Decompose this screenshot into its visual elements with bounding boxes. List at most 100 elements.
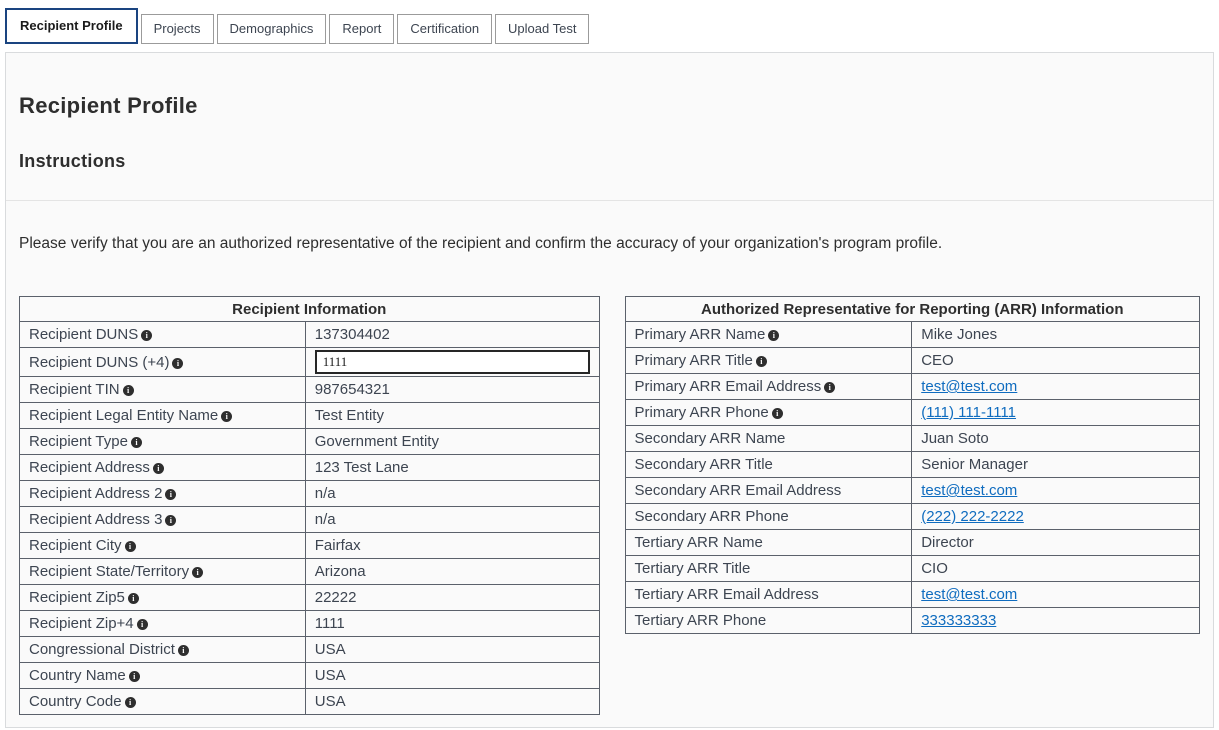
- tab-recipient-profile[interactable]: Recipient Profile: [5, 8, 138, 44]
- info-icon[interactable]: i: [192, 567, 203, 578]
- info-icon[interactable]: i: [141, 330, 152, 341]
- row-label: Secondary ARR Phone: [625, 504, 912, 530]
- info-icon[interactable]: i: [131, 437, 142, 448]
- row-value: CIO: [912, 556, 1200, 582]
- tab-report[interactable]: Report: [329, 14, 394, 44]
- table-row: Recipient DUNSi137304402: [20, 322, 600, 348]
- instructions-heading: Instructions: [19, 151, 1200, 172]
- arr-table-header: Authorized Representative for Reporting …: [625, 297, 1200, 322]
- row-value: 123 Test Lane: [305, 455, 599, 481]
- arr-information-table: Authorized Representative for Reporting …: [625, 296, 1201, 634]
- row-label: Recipient DUNS (+4)i: [20, 348, 306, 377]
- info-icon[interactable]: i: [756, 356, 767, 367]
- primary-arr-email-address-link[interactable]: test@test.com: [921, 378, 1017, 395]
- info-icon[interactable]: i: [128, 593, 139, 604]
- table-row: Primary ARR Phonei(111) 111-1111: [625, 400, 1200, 426]
- row-label: Tertiary ARR Phone: [625, 608, 912, 634]
- table-row: Recipient Zip5i22222: [20, 585, 600, 611]
- row-value: USA: [305, 663, 599, 689]
- tab-certification[interactable]: Certification: [397, 14, 492, 44]
- row-value: [305, 348, 599, 377]
- tab-demographics[interactable]: Demographics: [217, 14, 327, 44]
- row-value: test@test.com: [912, 374, 1200, 400]
- verify-text: Please verify that you are an authorized…: [19, 235, 1200, 253]
- table-row: Recipient Addressi123 Test Lane: [20, 455, 600, 481]
- row-label: Secondary ARR Email Address: [625, 478, 912, 504]
- tables-container: Recipient Information Recipient DUNSi137…: [19, 296, 1200, 715]
- table-row: Recipient CityiFairfax: [20, 533, 600, 559]
- table-row: Congressional DistrictiUSA: [20, 637, 600, 663]
- row-value: (222) 222-2222: [912, 504, 1200, 530]
- secondary-arr-phone-link[interactable]: (222) 222-2222: [921, 508, 1024, 525]
- info-icon[interactable]: i: [137, 619, 148, 630]
- row-value: 333333333: [912, 608, 1200, 634]
- recipient-table-body: Recipient DUNSi137304402Recipient DUNS (…: [20, 322, 600, 715]
- info-icon[interactable]: i: [123, 385, 134, 396]
- row-label: Secondary ARR Title: [625, 452, 912, 478]
- tab-projects[interactable]: Projects: [141, 14, 214, 44]
- table-row: Recipient Address 2in/a: [20, 481, 600, 507]
- tab-bar: Recipient ProfileProjectsDemographicsRep…: [0, 0, 1219, 44]
- row-value: 137304402: [305, 322, 599, 348]
- row-label: Recipient Addressi: [20, 455, 306, 481]
- recipient-duns-4-input[interactable]: [315, 350, 590, 374]
- tab-upload-test[interactable]: Upload Test: [495, 14, 589, 44]
- info-icon[interactable]: i: [165, 489, 176, 500]
- table-row: Tertiary ARR TitleCIO: [625, 556, 1200, 582]
- row-value: (111) 111-1111: [912, 400, 1200, 426]
- row-label: Country Codei: [20, 689, 306, 715]
- row-value: 1111: [305, 611, 599, 637]
- page-title: Recipient Profile: [19, 93, 1200, 119]
- row-value: USA: [305, 689, 599, 715]
- info-icon[interactable]: i: [153, 463, 164, 474]
- row-value: 987654321: [305, 377, 599, 403]
- row-value: Test Entity: [305, 403, 599, 429]
- row-label: Tertiary ARR Name: [625, 530, 912, 556]
- tertiary-arr-phone-link[interactable]: 333333333: [921, 612, 996, 629]
- secondary-arr-email-address-link[interactable]: test@test.com: [921, 482, 1017, 499]
- recipient-information-table: Recipient Information Recipient DUNSi137…: [19, 296, 600, 715]
- row-label: Recipient Typei: [20, 429, 306, 455]
- row-label: Recipient TINi: [20, 377, 306, 403]
- info-icon[interactable]: i: [172, 358, 183, 369]
- row-label: Country Namei: [20, 663, 306, 689]
- table-row: Recipient Legal Entity NameiTest Entity: [20, 403, 600, 429]
- info-icon[interactable]: i: [129, 671, 140, 682]
- info-icon[interactable]: i: [824, 382, 835, 393]
- info-icon[interactable]: i: [165, 515, 176, 526]
- row-value: Arizona: [305, 559, 599, 585]
- info-icon[interactable]: i: [768, 330, 779, 341]
- table-row: Primary ARR Email Addressitest@test.com: [625, 374, 1200, 400]
- row-label: Recipient DUNSi: [20, 322, 306, 348]
- info-icon[interactable]: i: [125, 541, 136, 552]
- tertiary-arr-email-address-link[interactable]: test@test.com: [921, 586, 1017, 603]
- recipient-table-header: Recipient Information: [20, 297, 600, 322]
- row-label: Recipient Address 2i: [20, 481, 306, 507]
- row-label: Recipient Legal Entity Namei: [20, 403, 306, 429]
- table-row: Recipient Zip+4i1111: [20, 611, 600, 637]
- info-icon[interactable]: i: [772, 408, 783, 419]
- table-row: Country CodeiUSA: [20, 689, 600, 715]
- row-value: Government Entity: [305, 429, 599, 455]
- table-row: Recipient Address 3in/a: [20, 507, 600, 533]
- table-header-row: Recipient Information: [20, 297, 600, 322]
- row-value: test@test.com: [912, 478, 1200, 504]
- info-icon[interactable]: i: [125, 697, 136, 708]
- row-value: USA: [305, 637, 599, 663]
- divider: [6, 200, 1213, 201]
- primary-arr-phone-link[interactable]: (111) 111-1111: [921, 404, 1016, 421]
- table-row: Secondary ARR TitleSenior Manager: [625, 452, 1200, 478]
- table-row: Secondary ARR NameJuan Soto: [625, 426, 1200, 452]
- row-label: Recipient Address 3i: [20, 507, 306, 533]
- row-value: test@test.com: [912, 582, 1200, 608]
- row-label: Tertiary ARR Email Address: [625, 582, 912, 608]
- row-label: Secondary ARR Name: [625, 426, 912, 452]
- table-row: Recipient TypeiGovernment Entity: [20, 429, 600, 455]
- table-row: Secondary ARR Phone (222) 222-2222: [625, 504, 1200, 530]
- table-row: Primary ARR NameiMike Jones: [625, 322, 1200, 348]
- row-value: n/a: [305, 507, 599, 533]
- content-panel: Recipient Profile Instructions Please ve…: [5, 52, 1214, 728]
- info-icon[interactable]: i: [178, 645, 189, 656]
- row-label: Primary ARR Namei: [625, 322, 912, 348]
- info-icon[interactable]: i: [221, 411, 232, 422]
